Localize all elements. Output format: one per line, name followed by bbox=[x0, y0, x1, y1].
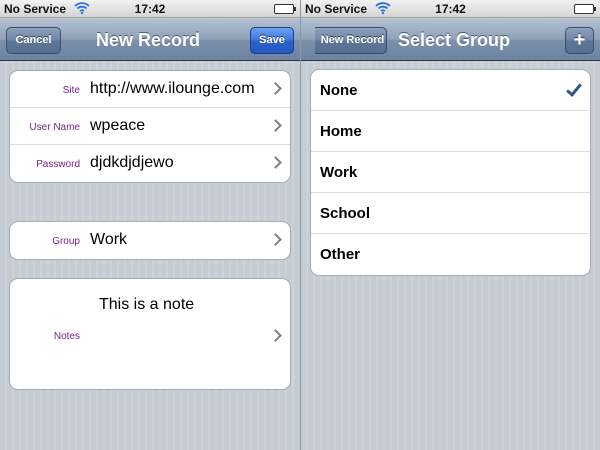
checkmark-icon bbox=[566, 80, 582, 97]
username-label: User Name bbox=[29, 122, 80, 133]
group-option-label: None bbox=[320, 82, 358, 99]
password-row[interactable]: Password djdkdjdjewo bbox=[10, 145, 290, 182]
notes-section: Notes This is a note bbox=[9, 278, 291, 390]
group-section: Group Work bbox=[9, 221, 291, 260]
notes-label: Notes bbox=[53, 331, 80, 342]
group-option-work[interactable]: Work bbox=[311, 152, 590, 193]
new-record-screen: No Service 17:42 Cancel New Record Save … bbox=[0, 0, 300, 450]
back-button[interactable]: New Record bbox=[315, 27, 387, 54]
clock: 17:42 bbox=[435, 2, 466, 16]
clock: 17:42 bbox=[134, 2, 166, 16]
group-option-label: Home bbox=[320, 123, 362, 140]
group-label: Group bbox=[52, 236, 80, 247]
notes-row[interactable]: Notes This is a note bbox=[10, 279, 290, 389]
chevron-right-icon bbox=[269, 329, 282, 342]
username-row[interactable]: User Name wpeace bbox=[10, 108, 290, 145]
battery-icon bbox=[274, 4, 296, 14]
group-option-other[interactable]: Other bbox=[311, 234, 590, 275]
group-option-school[interactable]: School bbox=[311, 193, 590, 234]
chevron-right-icon bbox=[269, 82, 282, 95]
status-bar: No Service 17:42 bbox=[0, 0, 300, 18]
battery-icon bbox=[574, 4, 596, 14]
page-title: New Record bbox=[96, 30, 201, 50]
group-option-label: Other bbox=[320, 246, 361, 263]
group-row[interactable]: Group Work bbox=[10, 222, 290, 259]
group-value: Work bbox=[90, 231, 128, 248]
back-button-label: New Record bbox=[320, 34, 385, 46]
password-label: Password bbox=[36, 159, 80, 170]
site-value: http://www.ilounge.com bbox=[90, 80, 255, 97]
select-group-screen: No Service 17:42 New Record Select Group… bbox=[300, 0, 600, 450]
group-option-none[interactable]: None bbox=[311, 70, 590, 111]
group-option-label: Work bbox=[320, 164, 358, 181]
chevron-right-icon bbox=[269, 119, 282, 132]
page-title: Select Group bbox=[398, 30, 511, 50]
username-value: wpeace bbox=[90, 117, 146, 134]
status-bar: No Service 17:42 bbox=[301, 0, 600, 18]
password-value: djdkdjdjewo bbox=[90, 154, 174, 171]
cancel-button[interactable]: Cancel bbox=[6, 27, 61, 54]
notes-value: This is a note bbox=[99, 296, 195, 313]
save-button[interactable]: Save bbox=[250, 27, 294, 54]
site-label: Site bbox=[62, 85, 80, 96]
nav-bar: New Record Select Group + bbox=[301, 19, 600, 61]
chevron-right-icon bbox=[269, 156, 282, 169]
site-row[interactable]: Site http://www.ilounge.com bbox=[10, 71, 290, 108]
chevron-right-icon bbox=[269, 233, 282, 246]
group-option-label: School bbox=[320, 205, 371, 222]
add-group-button[interactable]: + bbox=[565, 27, 594, 54]
group-list: None Home Work School Other bbox=[310, 69, 591, 276]
credentials-group: Site http://www.ilounge.com User Name wp… bbox=[9, 70, 291, 183]
group-option-home[interactable]: Home bbox=[311, 111, 590, 152]
nav-bar: Cancel New Record Save bbox=[0, 19, 300, 61]
